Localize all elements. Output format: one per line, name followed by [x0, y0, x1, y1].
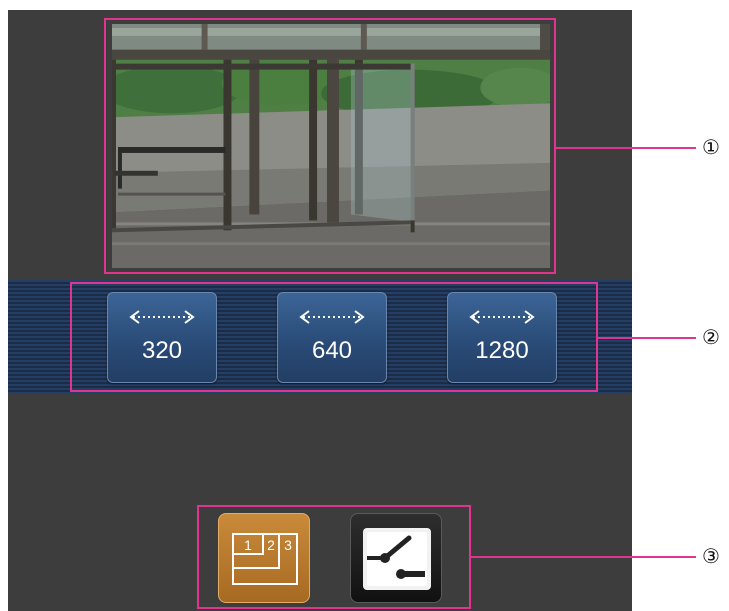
- live-camera-image[interactable]: [112, 24, 550, 268]
- resolution-label: 1280: [475, 337, 529, 364]
- width-arrows-icon: [278, 307, 386, 327]
- multi-screen-button[interactable]: 1 2 3: [218, 513, 310, 603]
- callout-line: [556, 147, 696, 149]
- multi-screen-digit: 3: [284, 537, 292, 553]
- width-arrows-icon: [448, 307, 556, 327]
- multi-screen-digit: 1: [244, 537, 252, 553]
- resolution-640-button[interactable]: 640: [277, 292, 387, 383]
- callout-number: ③: [702, 546, 720, 568]
- resolution-320-button[interactable]: 320: [107, 292, 217, 383]
- pan-tilt-button[interactable]: [350, 513, 442, 603]
- live-image-frame: [104, 18, 556, 274]
- callout-line: [471, 556, 696, 558]
- resolution-1280-button[interactable]: 1280: [447, 292, 557, 383]
- resolution-label: 640: [311, 337, 353, 364]
- multi-screen-digit: 2: [267, 537, 275, 553]
- multi-screen-icon: 1 2 3: [232, 533, 298, 585]
- callout-number: ②: [702, 327, 720, 349]
- resolution-label: 320: [141, 337, 183, 364]
- callout-number: ①: [702, 137, 720, 159]
- width-arrows-icon: [108, 307, 216, 327]
- pan-tilt-icon: [363, 528, 431, 590]
- callout-line: [598, 337, 696, 339]
